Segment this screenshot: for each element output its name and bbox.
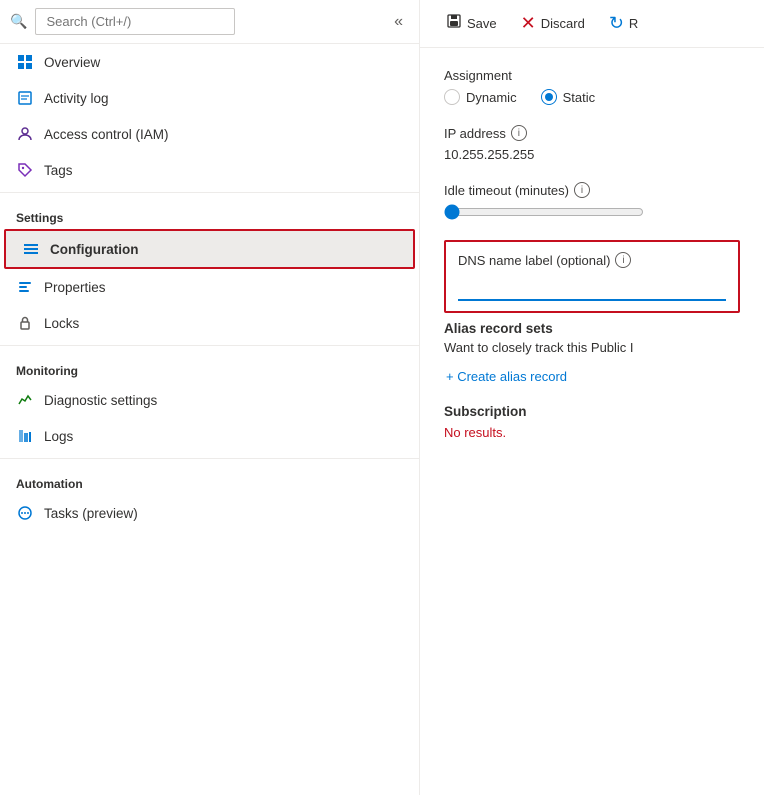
dns-field-box: DNS name label (optional) i <box>444 240 740 313</box>
sidebar: 🔍 « Overview Activity log <box>0 0 420 795</box>
alias-section-title: Alias record sets <box>444 321 740 336</box>
static-radio-option[interactable]: Static <box>541 89 596 105</box>
divider-settings <box>0 192 419 193</box>
static-label: Static <box>563 90 596 105</box>
monitoring-section-label: Monitoring <box>0 350 419 382</box>
settings-section-label: Settings <box>0 197 419 229</box>
sidebar-item-tasks-label: Tasks (preview) <box>44 506 138 521</box>
save-button[interactable]: Save <box>436 8 507 39</box>
content-area: Assignment Dynamic Static IP address i 1… <box>420 48 764 795</box>
overview-icon <box>16 53 34 71</box>
ip-address-label: IP address i <box>444 125 740 141</box>
tasks-icon <box>16 504 34 522</box>
discard-button[interactable]: ✕ Discard <box>511 8 595 39</box>
subscription-section: Subscription No results. <box>444 404 740 440</box>
sidebar-item-logs[interactable]: Logs <box>0 418 419 454</box>
sidebar-item-locks[interactable]: Locks <box>0 305 419 341</box>
save-label: Save <box>467 16 497 31</box>
no-results-label: No results. <box>444 425 740 440</box>
sidebar-item-activity-log[interactable]: Activity log <box>0 80 419 116</box>
sidebar-item-diagnostic-settings[interactable]: Diagnostic settings <box>0 382 419 418</box>
idle-timeout-label: Idle timeout (minutes) i <box>444 182 740 198</box>
idle-timeout-field-group: Idle timeout (minutes) i <box>444 182 740 220</box>
sidebar-item-tags-label: Tags <box>44 163 73 178</box>
dynamic-label: Dynamic <box>466 90 517 105</box>
dns-name-input[interactable] <box>458 276 726 301</box>
sidebar-item-tasks[interactable]: Tasks (preview) <box>0 495 419 531</box>
dynamic-radio-circle <box>444 89 460 105</box>
sidebar-item-diagnostic-settings-label: Diagnostic settings <box>44 393 157 408</box>
iam-icon <box>16 125 34 143</box>
divider-automation <box>0 458 419 459</box>
toolbar: Save ✕ Discard ↻ R <box>420 0 764 48</box>
nav-list: Overview Activity log Access control (IA… <box>0 44 419 531</box>
static-radio-circle <box>541 89 557 105</box>
ip-address-field-group: IP address i 10.255.255.255 <box>444 125 740 162</box>
create-alias-record-link[interactable]: + Create alias record <box>444 369 567 384</box>
collapse-button[interactable]: « <box>388 11 409 33</box>
sidebar-item-tags[interactable]: Tags <box>0 152 419 188</box>
search-bar: 🔍 « <box>0 0 419 44</box>
configuration-icon <box>22 240 40 258</box>
refresh-button[interactable]: ↻ R <box>599 8 648 39</box>
alias-section-description: Want to closely track this Public I <box>444 340 740 355</box>
automation-section-label: Automation <box>0 463 419 495</box>
sidebar-item-configuration-label: Configuration <box>50 242 138 257</box>
slider-container <box>444 204 740 220</box>
refresh-label: R <box>629 16 638 31</box>
idle-timeout-info-icon[interactable]: i <box>574 182 590 198</box>
properties-icon <box>16 278 34 296</box>
dns-label: DNS name label (optional) i <box>458 252 726 268</box>
sidebar-item-overview[interactable]: Overview <box>0 44 419 80</box>
assignment-label: Assignment <box>444 68 740 83</box>
discard-icon: ✕ <box>521 13 536 34</box>
sidebar-item-activity-log-label: Activity log <box>44 91 109 106</box>
sidebar-item-access-control-label: Access control (IAM) <box>44 127 169 142</box>
assignment-radio-group: Dynamic Static <box>444 89 740 105</box>
sidebar-item-configuration[interactable]: Configuration <box>6 231 413 267</box>
logs-icon <box>16 427 34 445</box>
sidebar-item-properties[interactable]: Properties <box>0 269 419 305</box>
search-input[interactable] <box>35 8 235 35</box>
search-icon: 🔍 <box>10 13 27 30</box>
lock-icon <box>16 314 34 332</box>
sidebar-item-locks-label: Locks <box>44 316 79 331</box>
alias-record-sets-section: Alias record sets Want to closely track … <box>444 321 740 384</box>
main-panel: Save ✕ Discard ↻ R Assignment Dynamic S <box>420 0 764 795</box>
refresh-icon: ↻ <box>609 13 624 34</box>
dynamic-radio-option[interactable]: Dynamic <box>444 89 517 105</box>
assignment-field-group: Assignment Dynamic Static <box>444 68 740 105</box>
sidebar-item-overview-label: Overview <box>44 55 100 70</box>
sidebar-item-access-control[interactable]: Access control (IAM) <box>0 116 419 152</box>
alias-link-label: + Create alias record <box>446 369 567 384</box>
sidebar-item-logs-label: Logs <box>44 429 73 444</box>
ip-address-info-icon[interactable]: i <box>511 125 527 141</box>
subscription-title: Subscription <box>444 404 740 419</box>
tags-icon <box>16 161 34 179</box>
diagnostic-icon <box>16 391 34 409</box>
activity-log-icon <box>16 89 34 107</box>
save-icon <box>446 13 462 34</box>
sidebar-item-properties-label: Properties <box>44 280 106 295</box>
divider-monitoring <box>0 345 419 346</box>
idle-timeout-slider[interactable] <box>444 204 644 220</box>
dns-info-icon[interactable]: i <box>615 252 631 268</box>
ip-address-value: 10.255.255.255 <box>444 147 740 162</box>
discard-label: Discard <box>541 16 585 31</box>
